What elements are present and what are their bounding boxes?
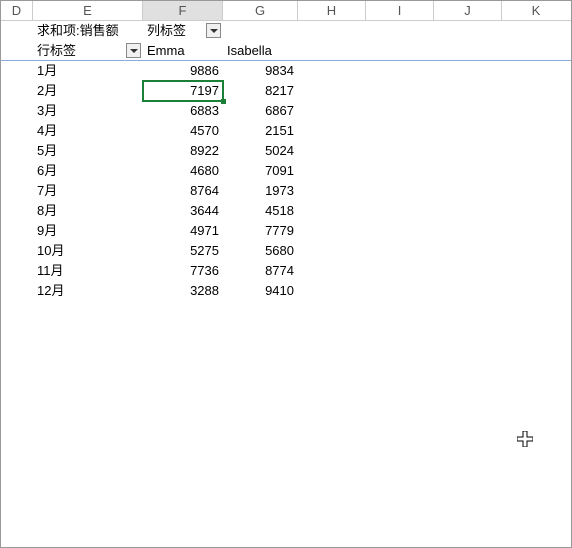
row-label[interactable]: 5月	[33, 141, 143, 161]
data-cell[interactable]: 7779	[223, 221, 298, 241]
data-cell[interactable]: 7091	[223, 161, 298, 181]
spreadsheet-area[interactable]: D E F G H I J K 求和项:销售额 列标签 行标签	[0, 0, 572, 548]
blank-cell[interactable]	[1, 221, 33, 241]
table-row: 10月52755680	[1, 241, 571, 261]
blank-cell[interactable]	[1, 81, 33, 101]
col-head-E[interactable]: E	[33, 1, 143, 20]
blank-cell[interactable]	[1, 121, 33, 141]
pivot-header-row: 行标签 Emma Isabella	[1, 41, 571, 61]
data-cell[interactable]: 4570	[143, 121, 223, 141]
data-cell[interactable]: 7736	[143, 261, 223, 281]
row-label[interactable]: 9月	[33, 221, 143, 241]
row-label[interactable]: 6月	[33, 161, 143, 181]
col-head-J[interactable]: J	[434, 1, 502, 20]
blank-cell[interactable]	[1, 261, 33, 281]
data-cell[interactable]: 8764	[143, 181, 223, 201]
blank-cell[interactable]	[1, 241, 33, 261]
pivot-value-field[interactable]: 求和项:销售额	[33, 21, 143, 41]
blank-cell[interactable]	[1, 181, 33, 201]
row-label[interactable]: 7月	[33, 181, 143, 201]
data-cell[interactable]: 4680	[143, 161, 223, 181]
table-row: 4月45702151	[1, 121, 571, 141]
table-row: 2月71978217	[1, 81, 571, 101]
row-label[interactable]: 1月	[33, 61, 143, 81]
data-cell[interactable]: 1973	[223, 181, 298, 201]
data-cell[interactable]: 2151	[223, 121, 298, 141]
pivot-field-row: 求和项:销售额 列标签	[1, 21, 571, 41]
data-cell[interactable]: 8774	[223, 261, 298, 281]
pivot-value-field-label: 求和项:销售额	[37, 23, 119, 38]
table-row: 3月68836867	[1, 101, 571, 121]
column-filter-dropdown-icon[interactable]	[206, 23, 221, 38]
data-cell[interactable]: 4971	[143, 221, 223, 241]
blank-cell[interactable]	[1, 281, 33, 301]
col-head-G[interactable]: G	[223, 1, 298, 20]
table-row: 9月49717779	[1, 221, 571, 241]
table-row: 7月87641973	[1, 181, 571, 201]
table-row: 11月77368774	[1, 261, 571, 281]
pivot-col-header-1[interactable]: Emma	[143, 41, 223, 60]
data-cell[interactable]: 4518	[223, 201, 298, 221]
cursor-cross-icon	[517, 431, 533, 452]
row-label[interactable]: 12月	[33, 281, 143, 301]
data-cell[interactable]: 5024	[223, 141, 298, 161]
col-head-K[interactable]: K	[502, 1, 570, 20]
pivot-column-field-label: 列标签	[147, 23, 186, 38]
blank-cell[interactable]	[1, 141, 33, 161]
blank-cell[interactable]	[1, 101, 33, 121]
table-row: 1月98869834	[1, 61, 571, 81]
data-cell[interactable]: 9834	[223, 61, 298, 81]
data-cell[interactable]: 5680	[223, 241, 298, 261]
data-cell[interactable]: 3288	[143, 281, 223, 301]
table-row: 6月46807091	[1, 161, 571, 181]
row-label[interactable]: 3月	[33, 101, 143, 121]
col-head-F[interactable]: F	[143, 1, 223, 20]
data-cell[interactable]: 8217	[223, 81, 298, 101]
table-row: 8月36444518	[1, 201, 571, 221]
column-header-row: D E F G H I J K	[1, 1, 571, 21]
pivot-column-field[interactable]: 列标签	[143, 21, 223, 41]
col-head-I[interactable]: I	[366, 1, 434, 20]
blank-cell[interactable]	[1, 41, 33, 60]
data-cell[interactable]: 3644	[143, 201, 223, 221]
grid-body[interactable]: 求和项:销售额 列标签 行标签 Emma Isabella 1月98869834…	[1, 21, 571, 301]
blank-cell[interactable]	[1, 161, 33, 181]
data-cell[interactable]: 6867	[223, 101, 298, 121]
pivot-col-header-2[interactable]: Isabella	[223, 41, 298, 60]
blank-cell[interactable]	[1, 21, 33, 41]
pivot-row-field-label: 行标签	[37, 43, 76, 58]
data-cell[interactable]: 8922	[143, 141, 223, 161]
data-cell[interactable]: 9886	[143, 61, 223, 81]
data-cell[interactable]: 9410	[223, 281, 298, 301]
data-cell[interactable]: 6883	[143, 101, 223, 121]
table-row: 12月32889410	[1, 281, 571, 301]
row-label[interactable]: 8月	[33, 201, 143, 221]
col-head-H[interactable]: H	[298, 1, 366, 20]
row-label[interactable]: 2月	[33, 81, 143, 101]
row-label[interactable]: 10月	[33, 241, 143, 261]
blank-cell[interactable]	[1, 201, 33, 221]
blank-cell[interactable]	[1, 61, 33, 81]
row-filter-dropdown-icon[interactable]	[126, 43, 141, 58]
pivot-row-field[interactable]: 行标签	[33, 41, 143, 60]
data-cell[interactable]: 7197	[143, 81, 223, 101]
blank-cell[interactable]	[223, 21, 298, 41]
row-label[interactable]: 11月	[33, 261, 143, 281]
data-cell[interactable]: 5275	[143, 241, 223, 261]
col-head-D[interactable]: D	[1, 1, 33, 20]
row-label[interactable]: 4月	[33, 121, 143, 141]
table-row: 5月89225024	[1, 141, 571, 161]
